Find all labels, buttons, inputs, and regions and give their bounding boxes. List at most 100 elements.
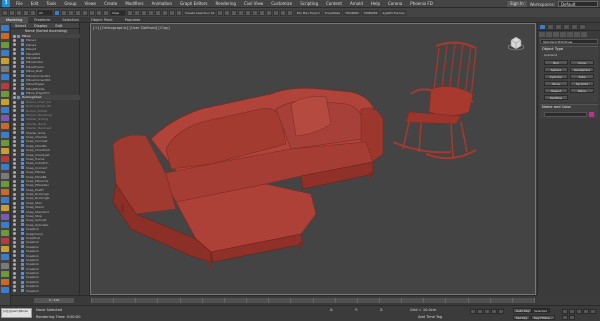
go-to-end-icon[interactable] (498, 309, 504, 314)
visibility-eye-icon[interactable] (13, 100, 16, 104)
plugin-snowflake[interactable]: Snowflake (322, 9, 343, 16)
left-toolbar-tool-icon[interactable] (1, 123, 9, 130)
track-bar[interactable] (91, 298, 535, 303)
pivot-icon[interactable] (127, 9, 133, 16)
orbit-icon[interactable] (562, 315, 568, 320)
key-filters-button[interactable]: Key Filters... (531, 315, 556, 320)
snaps-toggle-icon[interactable] (148, 9, 154, 16)
visibility-eye-icon[interactable] (13, 267, 16, 271)
visibility-eye-icon[interactable] (13, 232, 16, 236)
move-icon[interactable] (82, 9, 88, 16)
visibility-eye-icon[interactable] (13, 144, 16, 148)
selection-filter-dropdown[interactable]: All (37, 9, 53, 16)
keyboard-shortcut-icon[interactable] (141, 9, 147, 16)
visibility-eye-icon[interactable] (13, 166, 16, 170)
motion-tab-icon[interactable] (563, 24, 570, 30)
primitive-tube-button[interactable]: Tube (570, 74, 594, 79)
visibility-eye-icon[interactable] (13, 113, 16, 117)
visibility-eye-icon[interactable] (13, 126, 16, 130)
viewcube-icon[interactable] (507, 34, 525, 52)
pan-view-icon[interactable] (590, 309, 596, 314)
viewport-label[interactable]: [+] [Orthographic] [User Defined] [Clay] (93, 25, 170, 30)
left-toolbar-tool-icon[interactable] (1, 270, 9, 277)
ribbon-tab-freeform[interactable]: Freeform (28, 17, 56, 23)
visibility-eye-icon[interactable] (13, 131, 16, 135)
visibility-eye-icon[interactable] (13, 96, 16, 100)
mirror-icon[interactable] (217, 9, 224, 16)
zoom-extents-icon[interactable] (576, 309, 582, 314)
visibility-eye-icon[interactable] (13, 122, 16, 126)
create-tab-icon[interactable] (539, 24, 546, 30)
visibility-eye-icon[interactable] (13, 170, 16, 174)
plugin-aygeo-frames[interactable]: ayGEO Frames (380, 9, 407, 16)
visibility-eye-icon[interactable] (13, 78, 16, 82)
ribbon-tab-object-paint[interactable]: Object Paint (85, 17, 119, 23)
menu-item-create[interactable]: Create (100, 1, 121, 6)
visibility-eye-icon[interactable] (13, 157, 16, 161)
hierarchy-tab-icon[interactable] (555, 24, 562, 30)
curve-editor-icon[interactable] (252, 9, 259, 16)
align-icon[interactable] (224, 9, 231, 16)
material-editor-icon[interactable] (266, 9, 273, 16)
visibility-eye-icon[interactable] (13, 210, 16, 214)
visibility-eye-icon[interactable] (13, 39, 16, 43)
rendered-frame-window-icon[interactable] (280, 9, 287, 16)
visibility-eye-icon[interactable] (13, 214, 16, 218)
left-toolbar-tool-icon[interactable] (1, 254, 9, 261)
left-toolbar-tool-icon[interactable] (1, 33, 9, 40)
visibility-eye-icon[interactable] (13, 153, 16, 157)
visibility-eye-icon[interactable] (13, 289, 16, 293)
viewport[interactable]: [+] [Orthographic] [User Defined] [Clay] (90, 23, 536, 295)
go-to-start-icon[interactable] (470, 309, 476, 314)
left-toolbar-tool-icon[interactable] (1, 57, 9, 64)
menu-item-animation[interactable]: Animation (148, 1, 176, 6)
visibility-eye-icon[interactable] (13, 87, 16, 91)
left-toolbar-tool-icon[interactable] (1, 98, 9, 105)
left-toolbar-tool-icon[interactable] (1, 287, 9, 294)
toggle-scene-explorer-icon[interactable] (231, 9, 238, 16)
primitive-cylinder-button[interactable]: Cylinder (544, 74, 568, 79)
primitive-box-button[interactable]: Box (544, 60, 568, 65)
visibility-eye-icon[interactable] (13, 249, 16, 253)
visibility-eye-icon[interactable] (13, 183, 16, 187)
visibility-eye-icon[interactable] (13, 223, 16, 227)
left-toolbar-tool-icon[interactable] (1, 238, 9, 245)
cameras-icon[interactable] (560, 32, 566, 37)
left-toolbar-tool-icon[interactable] (1, 107, 9, 114)
primitive-teapot-button[interactable]: Teapot (544, 88, 568, 93)
explorer-tab-display[interactable]: Display (30, 23, 51, 28)
visibility-eye-icon[interactable] (13, 69, 16, 73)
visibility-eye-icon[interactable] (13, 135, 16, 139)
zoom-icon[interactable] (562, 309, 568, 314)
ribbon-tab-populate[interactable]: Populate (119, 17, 147, 23)
menu-item-modifiers[interactable]: Modifiers (121, 1, 147, 6)
toggle-layer-explorer-icon[interactable] (238, 9, 245, 16)
placement-icon[interactable] (103, 9, 109, 16)
visibility-eye-icon[interactable] (13, 245, 16, 249)
menu-item-group[interactable]: Group (60, 1, 80, 6)
toggle-ribbon-icon[interactable] (245, 9, 252, 16)
unlink-icon[interactable] (23, 9, 29, 16)
menu-item-graph-editors[interactable]: Graph Editors (176, 1, 211, 6)
left-toolbar-tool-icon[interactable] (1, 41, 9, 48)
explorer-object-row[interactable]: Snaplink (11, 289, 80, 293)
add-time-tag[interactable]: Add Time Tag (418, 315, 442, 319)
explorer-tab-edit[interactable]: Edit (51, 23, 66, 28)
left-toolbar-tool-icon[interactable] (1, 188, 9, 195)
menu-item-customize[interactable]: Customize (267, 1, 296, 6)
primitive-cone-button[interactable]: Cone (570, 60, 594, 65)
visibility-eye-icon[interactable] (13, 197, 16, 201)
angle-snap-icon[interactable] (155, 9, 161, 16)
time-slider[interactable]: 0 / 100 (34, 298, 74, 303)
visibility-eye-icon[interactable] (13, 140, 16, 144)
visibility-eye-icon[interactable] (13, 280, 16, 284)
menu-item-file[interactable]: File (12, 1, 27, 6)
primitive-type-dropdown[interactable]: Standard Primitives (540, 39, 598, 44)
visibility-eye-icon[interactable] (13, 91, 16, 95)
undo-icon[interactable] (2, 9, 8, 16)
zoom-all-icon[interactable] (569, 309, 575, 314)
visibility-eye-icon[interactable] (13, 263, 16, 266)
left-toolbar-tool-icon[interactable] (1, 262, 9, 269)
primitive-sphere-button[interactable]: Sphere (544, 67, 568, 72)
geometry-icon[interactable] (539, 32, 545, 37)
